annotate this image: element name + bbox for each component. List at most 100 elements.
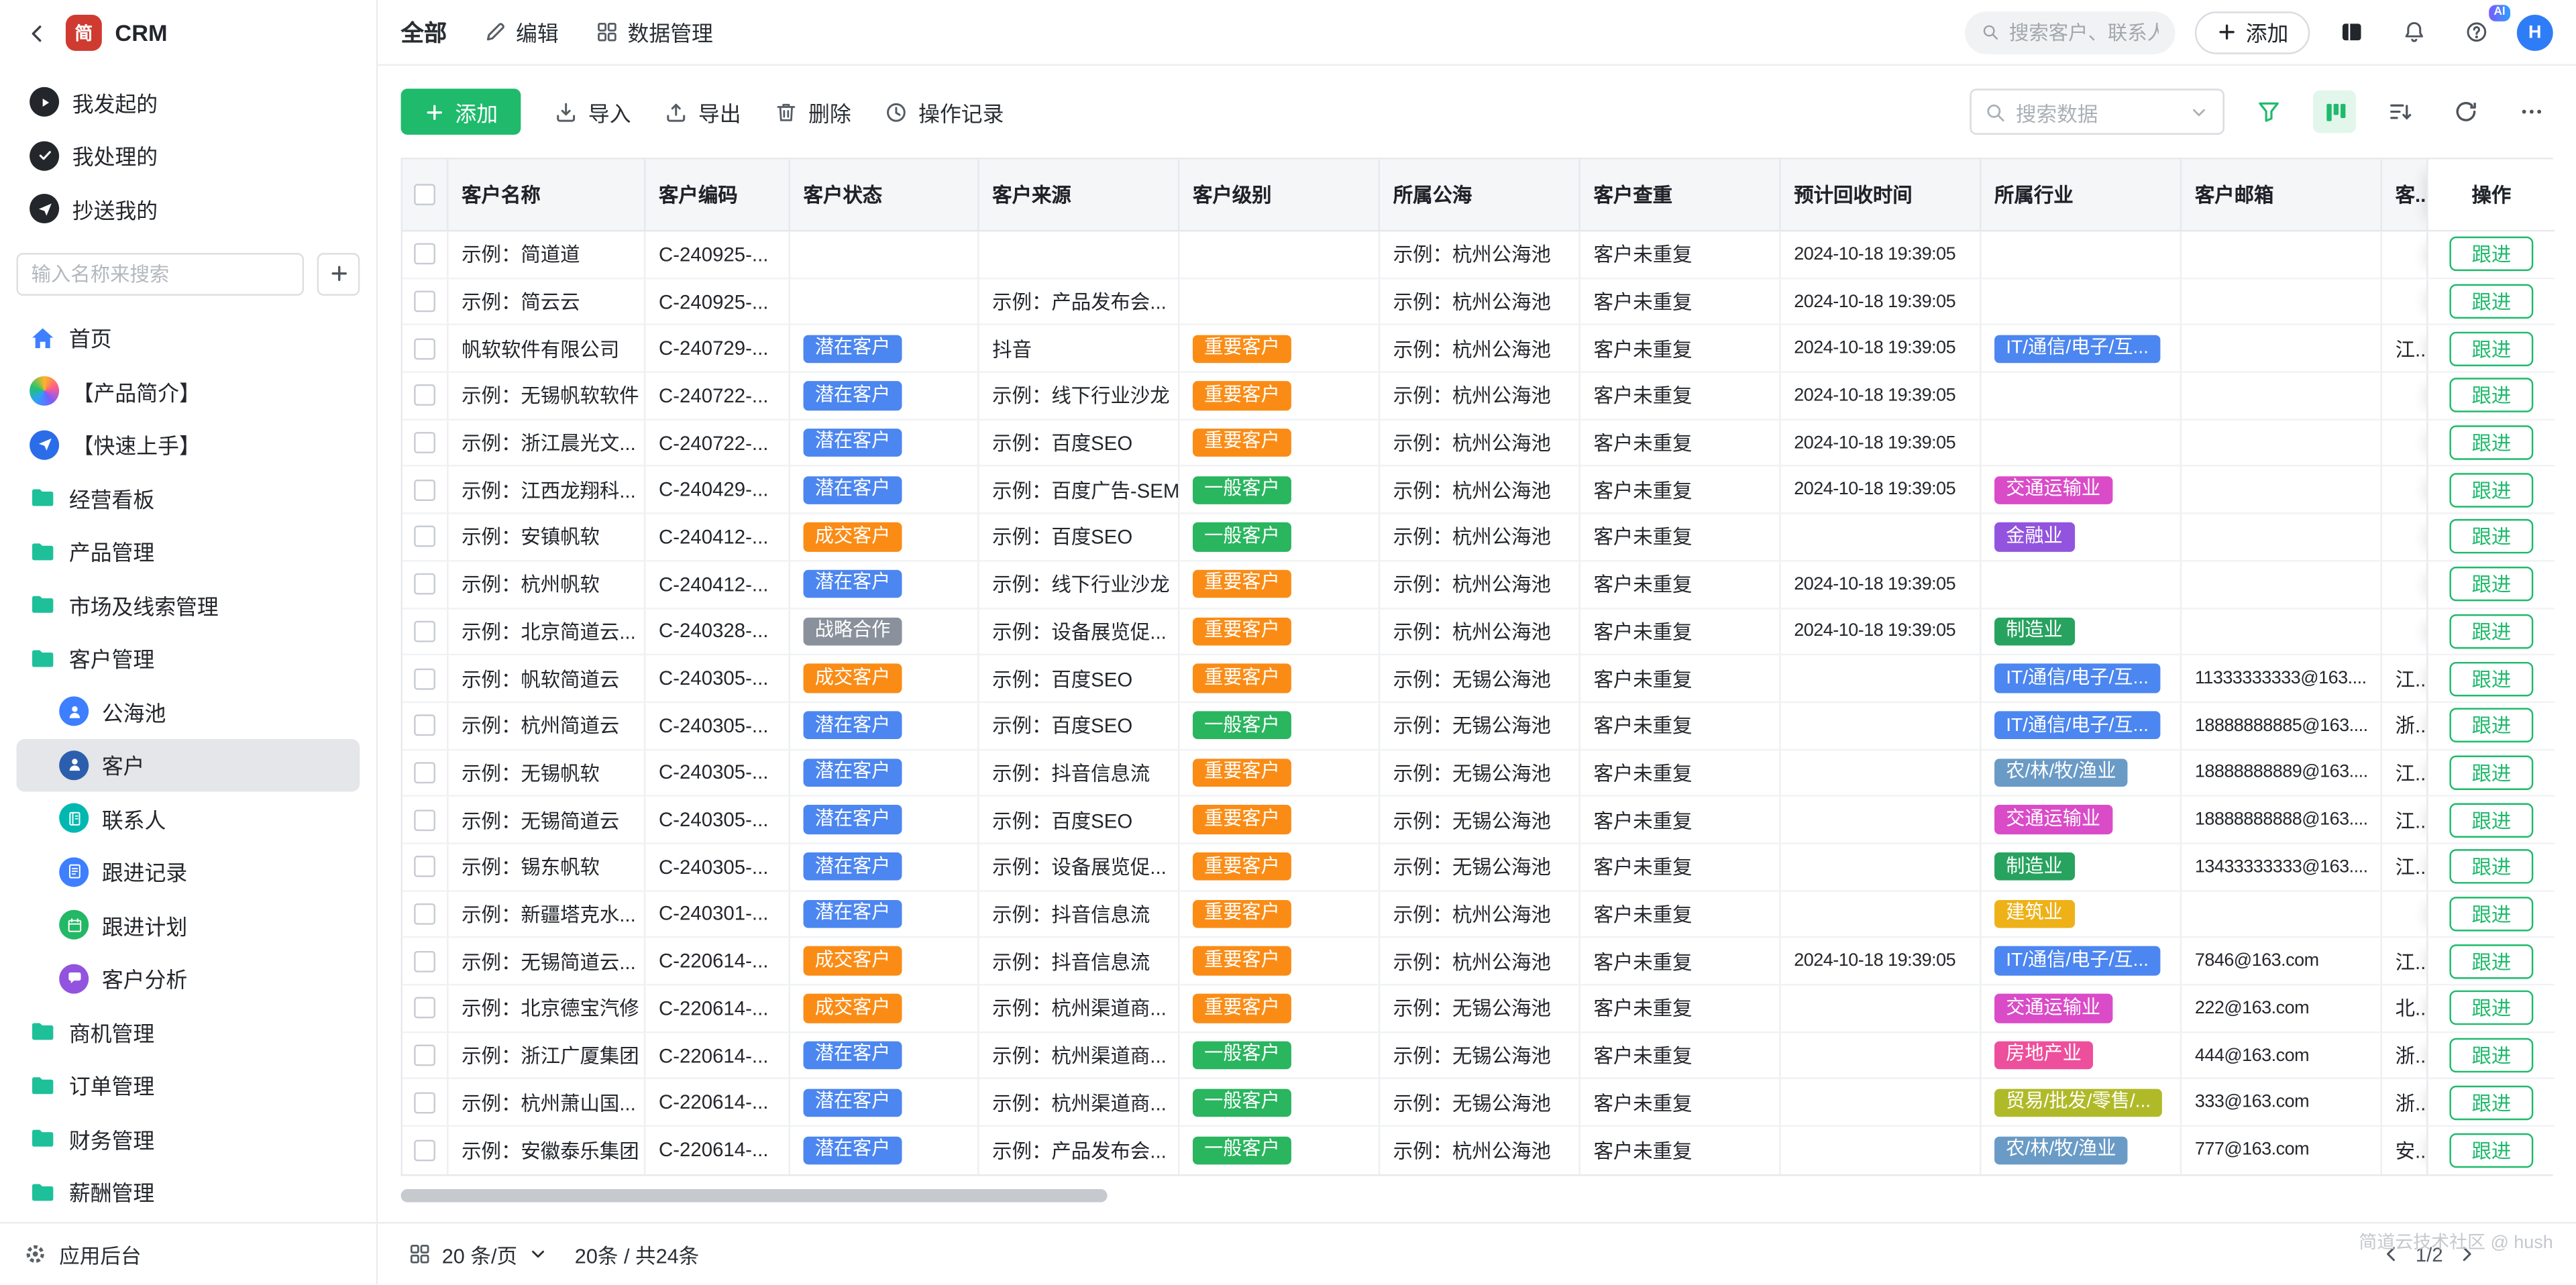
global-search-input[interactable] xyxy=(2009,21,2159,44)
operation-log-button[interactable]: 操作记录 xyxy=(884,96,1004,127)
more-button[interactable] xyxy=(2510,91,2553,133)
horizontal-scrollbar-thumb[interactable] xyxy=(401,1188,1108,1202)
delete-button[interactable]: 删除 xyxy=(774,96,851,127)
sidebar-item-customer[interactable]: 客户 xyxy=(16,738,360,792)
row-checkbox[interactable] xyxy=(414,950,435,972)
status-tag: 潜在客户 xyxy=(804,1136,902,1165)
row-checkbox[interactable] xyxy=(414,432,435,453)
select-all-checkbox[interactable] xyxy=(414,184,435,205)
follow-up-button[interactable]: 跟进 xyxy=(2451,426,2532,460)
row-checkbox[interactable] xyxy=(414,668,435,689)
row-checkbox[interactable] xyxy=(414,480,435,501)
filter-button[interactable] xyxy=(2247,91,2290,133)
follow-up-button[interactable]: 跟进 xyxy=(2451,520,2532,554)
sidebar-item-customer-mgmt[interactable]: 客户管理 xyxy=(16,632,360,685)
sidebar-item-contacts[interactable]: 联系人 xyxy=(16,791,360,845)
follow-up-button[interactable]: 跟进 xyxy=(2451,1085,2532,1119)
row-checkbox[interactable] xyxy=(414,997,435,1019)
folder-icon xyxy=(30,539,56,565)
help-button[interactable]: AI xyxy=(2455,11,2498,54)
follow-up-button[interactable]: 跟进 xyxy=(2451,614,2532,649)
status-tag: 潜在客户 xyxy=(804,429,902,457)
follow-up-button[interactable]: 跟进 xyxy=(2451,378,2532,412)
cell-customer-code: C-220614-... xyxy=(645,985,790,1032)
panel-toggle-button[interactable] xyxy=(2330,11,2373,54)
sidebar-item-product-mgmt[interactable]: 产品管理 xyxy=(16,524,360,578)
sidebar-item-order-mgmt[interactable]: 订单管理 xyxy=(16,1058,360,1112)
sidebar-add-button[interactable] xyxy=(317,252,360,295)
sidebar-item-cc[interactable]: 抄送我的 xyxy=(16,182,360,236)
global-search[interactable] xyxy=(1965,11,2175,54)
next-page-button[interactable] xyxy=(2456,1244,2477,1266)
back-button[interactable] xyxy=(19,16,52,49)
export-button[interactable]: 导出 xyxy=(663,96,741,127)
row-checkbox[interactable] xyxy=(414,620,435,642)
sidebar-item-finance-mgmt[interactable]: 财务管理 xyxy=(16,1112,360,1166)
follow-up-button[interactable]: 跟进 xyxy=(2451,1038,2532,1072)
row-checkbox[interactable] xyxy=(414,809,435,830)
sidebar-item-dashboard[interactable]: 经营看板 xyxy=(16,471,360,525)
sidebar-item-product-intro[interactable]: 【产品简介】 xyxy=(16,365,360,418)
follow-up-button[interactable]: 跟进 xyxy=(2451,237,2532,271)
follow-up-button[interactable]: 跟进 xyxy=(2451,284,2532,319)
refresh-button[interactable] xyxy=(2445,91,2487,133)
row-checkbox[interactable] xyxy=(414,385,435,406)
chevron-down-icon xyxy=(2188,101,2210,123)
cell-email xyxy=(2182,373,2382,420)
row-checkbox[interactable] xyxy=(414,1045,435,1066)
sidebar-item-salary-mgmt[interactable]: 薪酬管理 xyxy=(16,1166,360,1219)
row-checkbox-cell xyxy=(402,797,449,844)
follow-up-button[interactable]: 跟进 xyxy=(2451,708,2532,742)
tab-data-management[interactable]: 数据管理 xyxy=(595,16,713,48)
view-toggle-button[interactable] xyxy=(2313,91,2356,133)
sidebar-item-home[interactable]: 首页 xyxy=(16,311,360,365)
page-size-select[interactable]: 20 条/页 xyxy=(407,1239,548,1270)
avatar[interactable]: H xyxy=(2517,14,2553,50)
sort-button[interactable] xyxy=(2379,91,2422,133)
follow-up-button[interactable]: 跟进 xyxy=(2451,991,2532,1025)
sidebar-search-input[interactable] xyxy=(16,252,304,295)
sidebar-item-quickstart[interactable]: 【快速上手】 xyxy=(16,418,360,471)
sidebar-footer-app-admin[interactable]: 应用后台 xyxy=(0,1223,376,1285)
tab-edit[interactable]: 编辑 xyxy=(483,16,559,48)
row-checkbox[interactable] xyxy=(414,243,435,265)
follow-up-button[interactable]: 跟进 xyxy=(2451,473,2532,507)
topbar-add-button[interactable]: 添加 xyxy=(2195,11,2310,54)
notifications-button[interactable] xyxy=(2392,11,2435,54)
row-checkbox[interactable] xyxy=(414,762,435,783)
prev-page-button[interactable] xyxy=(2381,1244,2402,1266)
follow-up-button[interactable]: 跟进 xyxy=(2451,897,2532,931)
level-tag: 重要客户 xyxy=(1193,994,1291,1023)
row-checkbox[interactable] xyxy=(414,291,435,313)
row-checkbox[interactable] xyxy=(414,715,435,736)
row-checkbox[interactable] xyxy=(414,856,435,878)
cell-customer-level: 重要客户 xyxy=(1179,750,1380,797)
sidebar-item-initiated[interactable]: 我发起的 xyxy=(16,76,360,129)
row-checkbox[interactable] xyxy=(414,903,435,925)
sidebar-item-follow-plans[interactable]: 跟进计划 xyxy=(16,899,360,952)
tab-all[interactable]: 全部 xyxy=(401,15,447,48)
follow-up-button[interactable]: 跟进 xyxy=(2451,1133,2532,1168)
follow-up-button[interactable]: 跟进 xyxy=(2451,331,2532,366)
row-checkbox[interactable] xyxy=(414,573,435,595)
follow-up-button[interactable]: 跟进 xyxy=(2451,803,2532,837)
sidebar-item-public-pool[interactable]: 公海池 xyxy=(16,685,360,738)
follow-up-button[interactable]: 跟进 xyxy=(2451,944,2532,978)
row-checkbox[interactable] xyxy=(414,338,435,359)
sidebar-item-market-leads[interactable]: 市场及线索管理 xyxy=(16,578,360,632)
follow-up-button[interactable]: 跟进 xyxy=(2451,567,2532,601)
row-checkbox[interactable] xyxy=(414,1139,435,1161)
row-checkbox[interactable] xyxy=(414,1092,435,1113)
follow-up-button[interactable]: 跟进 xyxy=(2451,850,2532,884)
sidebar-item-processed[interactable]: 我处理的 xyxy=(16,129,360,182)
sidebar-item-opportunity-mgmt[interactable]: 商机管理 xyxy=(16,1005,360,1059)
cell-customer-status: 潜在客户 xyxy=(790,1033,979,1080)
follow-up-button[interactable]: 跟进 xyxy=(2451,661,2532,695)
follow-up-button[interactable]: 跟进 xyxy=(2451,755,2532,789)
data-search-select[interactable]: 搜索数据 xyxy=(1970,89,2224,135)
import-button[interactable]: 导入 xyxy=(553,96,631,127)
row-checkbox[interactable] xyxy=(414,526,435,548)
add-button[interactable]: 添加 xyxy=(401,89,521,135)
sidebar-item-follow-records[interactable]: 跟进记录 xyxy=(16,845,360,899)
sidebar-item-customer-analysis[interactable]: 客户分析 xyxy=(16,952,360,1005)
